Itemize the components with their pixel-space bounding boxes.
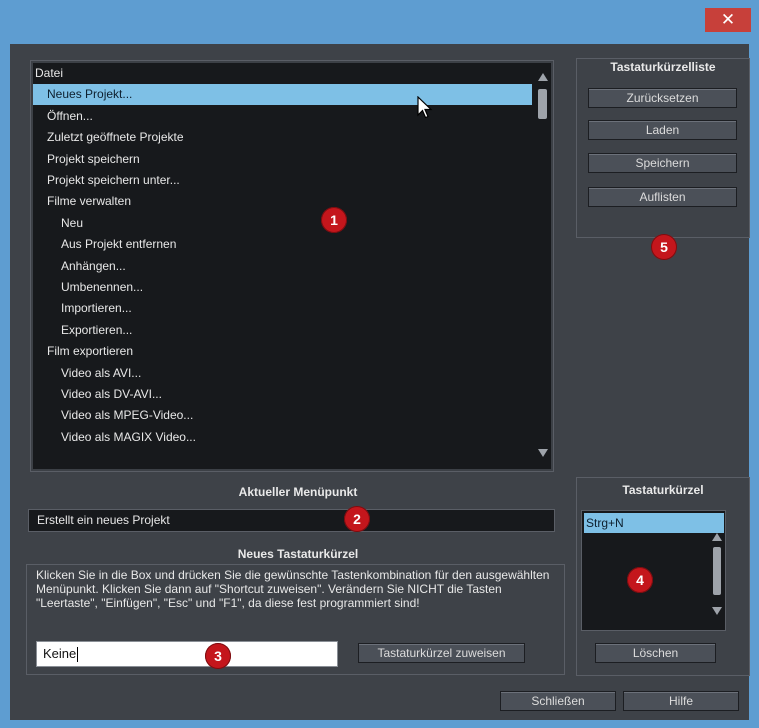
- dialog-window: ✕ Datei Neues Projekt... Öffnen... Zuletzt …: [0, 0, 759, 728]
- scroll-down-arrow-icon[interactable]: [538, 449, 548, 457]
- mouse-pointer-icon: [417, 96, 433, 119]
- menu-tree-item[interactable]: Datei: [33, 63, 532, 84]
- reset-button[interactable]: Zurücksetzen: [588, 88, 737, 108]
- menu-tree-item[interactable]: Öffnen...: [33, 106, 532, 127]
- menu-tree-item[interactable]: Projekt speichern: [33, 149, 532, 170]
- list-all-button[interactable]: Auflisten: [588, 187, 737, 207]
- menu-tree-item[interactable]: Importieren...: [33, 298, 532, 319]
- menu-tree-panel: Datei Neues Projekt... Öffnen... Zuletzt ge…: [30, 60, 554, 472]
- menu-tree-item[interactable]: Umbenennen...: [33, 277, 532, 298]
- dialog-client-area: Datei Neues Projekt... Öffnen... Zuletzt ge…: [10, 44, 750, 720]
- menu-tree-item[interactable]: Video als DV-AVI...: [33, 384, 532, 405]
- scroll-down-arrow-icon[interactable]: [712, 607, 722, 615]
- shortcut-key-input[interactable]: Keine: [36, 641, 338, 667]
- text-caret: [77, 647, 79, 663]
- callout-badge-1: 1: [321, 207, 347, 233]
- menu-tree-item[interactable]: Zuletzt geöffnete Projekte: [33, 127, 532, 148]
- save-button[interactable]: Speichern: [588, 153, 737, 173]
- delete-shortcut-button[interactable]: Löschen: [595, 643, 716, 663]
- menu-tree-item[interactable]: Video als MPEG-Video...: [33, 405, 532, 426]
- new-shortcut-heading: Neues Tastaturkürzel: [237, 547, 359, 561]
- callout-badge-3: 3: [205, 643, 231, 669]
- shortcuts-scrollbar[interactable]: [711, 531, 723, 626]
- menu-tree-item[interactable]: Projekt speichern unter...: [33, 170, 532, 191]
- shortcut-item[interactable]: Strg+N: [584, 513, 724, 533]
- menu-tree-item[interactable]: Neu: [33, 213, 532, 234]
- menu-tree-item[interactable]: Video als MAGIX Video...: [33, 427, 532, 448]
- close-button[interactable]: ✕: [705, 8, 751, 32]
- close-dialog-button[interactable]: Schließen: [500, 691, 616, 711]
- shortcut-list-group: [576, 58, 750, 238]
- menu-tree-item[interactable]: Neues Projekt...: [33, 84, 532, 106]
- scroll-up-arrow-icon[interactable]: [538, 73, 548, 81]
- help-button[interactable]: Hilfe: [623, 691, 739, 711]
- shortcut-key-input-value: Keine: [43, 646, 77, 661]
- menu-tree-item[interactable]: Filme verwalten: [33, 191, 532, 212]
- callout-badge-4: 4: [627, 567, 653, 593]
- menu-tree-item[interactable]: Film exportieren: [33, 341, 532, 362]
- assign-shortcut-button[interactable]: Tastaturkürzel zuweisen: [358, 643, 525, 663]
- menu-tree-list[interactable]: Datei Neues Projekt... Öffnen... Zuletzt ge…: [33, 63, 551, 469]
- current-item-description: Erstellt ein neues Projekt: [28, 509, 555, 532]
- shortcuts-list[interactable]: Strg+N: [581, 510, 726, 631]
- menu-tree-item[interactable]: Exportieren...: [33, 320, 532, 341]
- menu-tree-item[interactable]: Aus Projekt entfernen: [33, 234, 532, 255]
- menu-tree-item[interactable]: Video als AVI...: [33, 363, 532, 384]
- load-button[interactable]: Laden: [588, 120, 737, 140]
- current-item-heading: Aktueller Menüpunkt: [238, 485, 358, 499]
- title-bar: ✕: [0, 0, 759, 32]
- new-shortcut-instructions: Klicken Sie in die Box und drücken Sie d…: [36, 568, 550, 610]
- callout-badge-2: 2: [344, 506, 370, 532]
- close-icon: ✕: [720, 10, 736, 29]
- scroll-up-arrow-icon[interactable]: [712, 533, 722, 541]
- scroll-thumb[interactable]: [713, 547, 721, 595]
- callout-badge-5: 5: [651, 234, 677, 260]
- scroll-thumb[interactable]: [538, 89, 547, 119]
- menu-tree-scrollbar[interactable]: [535, 63, 551, 469]
- menu-tree-item[interactable]: Anhängen...: [33, 256, 532, 277]
